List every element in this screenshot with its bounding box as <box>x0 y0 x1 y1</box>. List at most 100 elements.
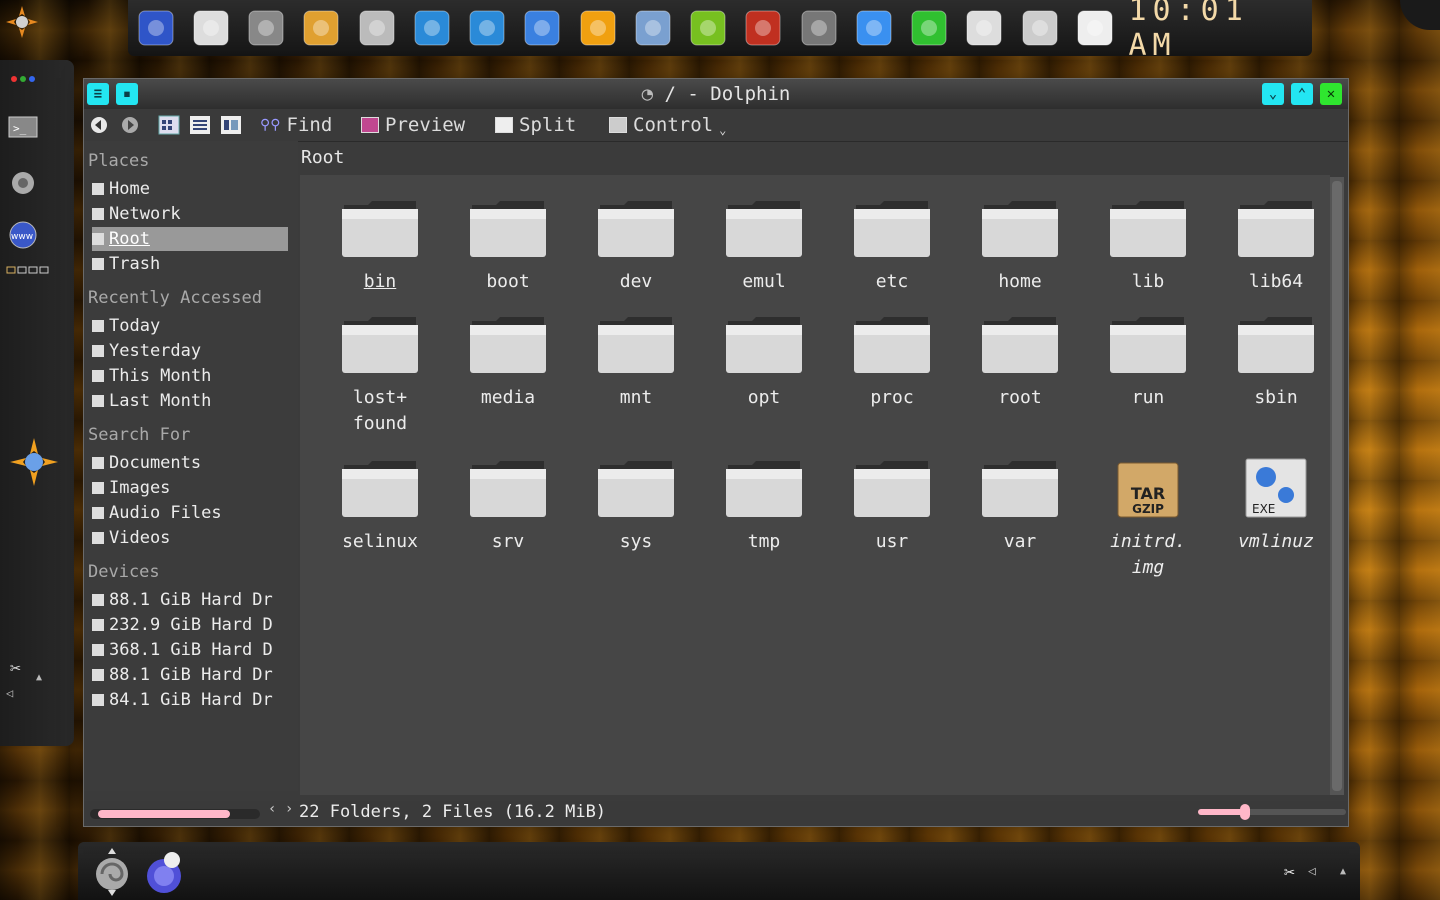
zoom-knob[interactable] <box>1240 804 1251 820</box>
file-item-sbin[interactable]: sbin <box>1216 313 1336 411</box>
file-item-vmlinuz[interactable]: EXE vmlinuz <box>1216 457 1336 555</box>
scissors-icon[interactable]: ✂ <box>10 658 21 679</box>
devices-item-84-1-gib-hard-dr[interactable]: 84.1 GiB Hard Dr <box>92 688 288 712</box>
file-item-media[interactable]: media <box>448 313 568 411</box>
pager-icon[interactable] <box>6 264 50 276</box>
kde-logo-icon[interactable] <box>6 434 62 490</box>
gimp-icon[interactable] <box>294 0 349 56</box>
minimize-button[interactable]: ⌄ <box>1262 83 1284 105</box>
web-browser-icon[interactable] <box>128 0 183 56</box>
file-item-usr[interactable]: usr <box>832 457 952 555</box>
snail-launcher-icon[interactable] <box>88 846 136 898</box>
search-item-videos[interactable]: Videos <box>92 526 288 550</box>
wallpaper-icon[interactable] <box>625 0 680 56</box>
kde-menu-icon[interactable] <box>4 4 40 40</box>
sysmonitor2-icon[interactable] <box>460 0 515 56</box>
file-item-dev[interactable]: dev <box>576 197 696 295</box>
file-item-emul[interactable]: emul <box>704 197 824 295</box>
split-button[interactable]: Split <box>495 114 576 136</box>
forward-icon[interactable] <box>121 116 139 134</box>
devices-item-232-9-gib-hard-d[interactable]: 232.9 GiB Hard D <box>92 613 288 637</box>
terminal-icon[interactable]: >_ <box>6 110 40 144</box>
calendar-icon[interactable] <box>957 0 1012 56</box>
search-item-images[interactable]: Images <box>92 476 288 500</box>
nvidia-icon[interactable] <box>681 0 736 56</box>
file-item-mnt[interactable]: mnt <box>576 313 696 411</box>
icons-view-icon[interactable] <box>158 115 180 135</box>
tray-expand-bottom-icon[interactable]: ▲ <box>1340 866 1346 877</box>
vlc-icon[interactable] <box>570 0 625 56</box>
web-browser-icon[interactable]: www <box>6 218 40 252</box>
places-item-root[interactable]: Root <box>92 227 288 251</box>
search-item-audio-files[interactable]: Audio Files <box>92 501 288 525</box>
tray-expand-icon[interactable]: ▲ <box>36 672 42 683</box>
file-item-selinux[interactable]: selinux <box>320 457 440 555</box>
notes-icon[interactable] <box>1067 0 1122 56</box>
scroll-arrows-icon[interactable]: ‹ › <box>268 801 293 817</box>
file-item-bin[interactable]: bin <box>320 197 440 295</box>
clock[interactable]: 10:01 AM <box>1129 0 1312 63</box>
network-icon[interactable] <box>515 0 570 56</box>
back-icon[interactable] <box>90 116 108 134</box>
places-item-trash[interactable]: Trash <box>92 252 288 276</box>
place-icon <box>92 233 104 245</box>
details-view-icon[interactable] <box>189 115 211 135</box>
devices-item-368-1-gib-hard-d[interactable]: 368.1 GiB Hard D <box>92 638 288 662</box>
places-scrollbar[interactable] <box>90 809 260 819</box>
file-item-lost-[interactable]: lost+ found <box>320 313 440 437</box>
devices-item-88-1-gib-hard-dr[interactable]: 88.1 GiB Hard Dr <box>92 588 288 612</box>
places-scrollbar-thumb[interactable] <box>98 810 230 818</box>
file-item-lib64[interactable]: lib64 <box>1216 197 1336 295</box>
places-item-home[interactable]: Home <box>92 177 288 201</box>
terminal-icon[interactable] <box>791 0 846 56</box>
maximize-button[interactable]: ⌃ <box>1291 83 1313 105</box>
folder-icon <box>1108 313 1188 375</box>
control-button[interactable]: Control ⌄ <box>609 114 726 137</box>
titlebar[interactable]: ≡ ▪ ◔ / - Dolphin ⌄ ⌃ ✕ <box>84 79 1348 109</box>
download-icon[interactable] <box>846 0 901 56</box>
scissors-tray-icon[interactable]: ✂ <box>1284 862 1295 883</box>
file-item-opt[interactable]: opt <box>704 313 824 411</box>
tools-icon[interactable] <box>1012 0 1067 56</box>
file-item-proc[interactable]: proc <box>832 313 952 411</box>
scrollbar-thumb[interactable] <box>1332 181 1342 791</box>
file-item-srv[interactable]: srv <box>448 457 568 555</box>
file-item-sys[interactable]: sys <box>576 457 696 555</box>
gimp-like-icon[interactable] <box>183 0 238 56</box>
file-item-boot[interactable]: boot <box>448 197 568 295</box>
devices-item-88-1-gib-hard-dr[interactable]: 88.1 GiB Hard Dr <box>92 663 288 687</box>
file-item-home[interactable]: home <box>960 197 1080 295</box>
file-item-run[interactable]: run <box>1088 313 1208 411</box>
vertical-scrollbar[interactable] <box>1330 177 1344 795</box>
recent-item-last-month[interactable]: Last Month <box>92 389 288 413</box>
breadcrumb[interactable]: Root <box>301 147 344 168</box>
columns-view-icon[interactable] <box>220 115 242 135</box>
preview-button[interactable]: Preview <box>361 114 465 136</box>
monitor-icon[interactable] <box>239 0 294 56</box>
find-button[interactable]: ⚲⚲ Find <box>260 114 332 136</box>
dots-icon[interactable] <box>6 62 40 96</box>
snail-icon[interactable] <box>6 166 40 200</box>
search-item-documents[interactable]: Documents <box>92 451 288 475</box>
wifi-icon[interactable] <box>902 0 957 56</box>
file-item-etc[interactable]: etc <box>832 197 952 295</box>
file-item-tmp[interactable]: tmp <box>704 457 824 555</box>
zoom-slider[interactable] <box>1198 804 1346 820</box>
file-view[interactable]: bin boot dev emul etc home lib lib64 lost+ found m… <box>300 175 1330 795</box>
recent-item-this-month[interactable]: This Month <box>92 364 288 388</box>
recent-item-today[interactable]: Today <box>92 314 288 338</box>
sysmonitor-icon[interactable] <box>404 0 459 56</box>
pen-icon[interactable] <box>349 0 404 56</box>
file-item-var[interactable]: var <box>960 457 1080 555</box>
volume-icon[interactable]: ◁ <box>6 686 13 700</box>
file-item-root[interactable]: root <box>960 313 1080 411</box>
recent-item-yesterday[interactable]: Yesterday <box>92 339 288 363</box>
places-item-network[interactable]: Network <box>92 202 288 226</box>
file-item-lib[interactable]: lib <box>1088 197 1208 295</box>
close-button[interactable]: ✕ <box>1320 83 1342 105</box>
rocket-icon[interactable] <box>736 0 791 56</box>
volume-tray-icon[interactable]: ◁ <box>1308 864 1316 879</box>
file-item-initrd-[interactable]: TAR GZIP initrd. img <box>1088 457 1208 581</box>
seamonkey-icon[interactable] <box>142 848 188 898</box>
desktop-toolbox[interactable] <box>1400 0 1440 30</box>
